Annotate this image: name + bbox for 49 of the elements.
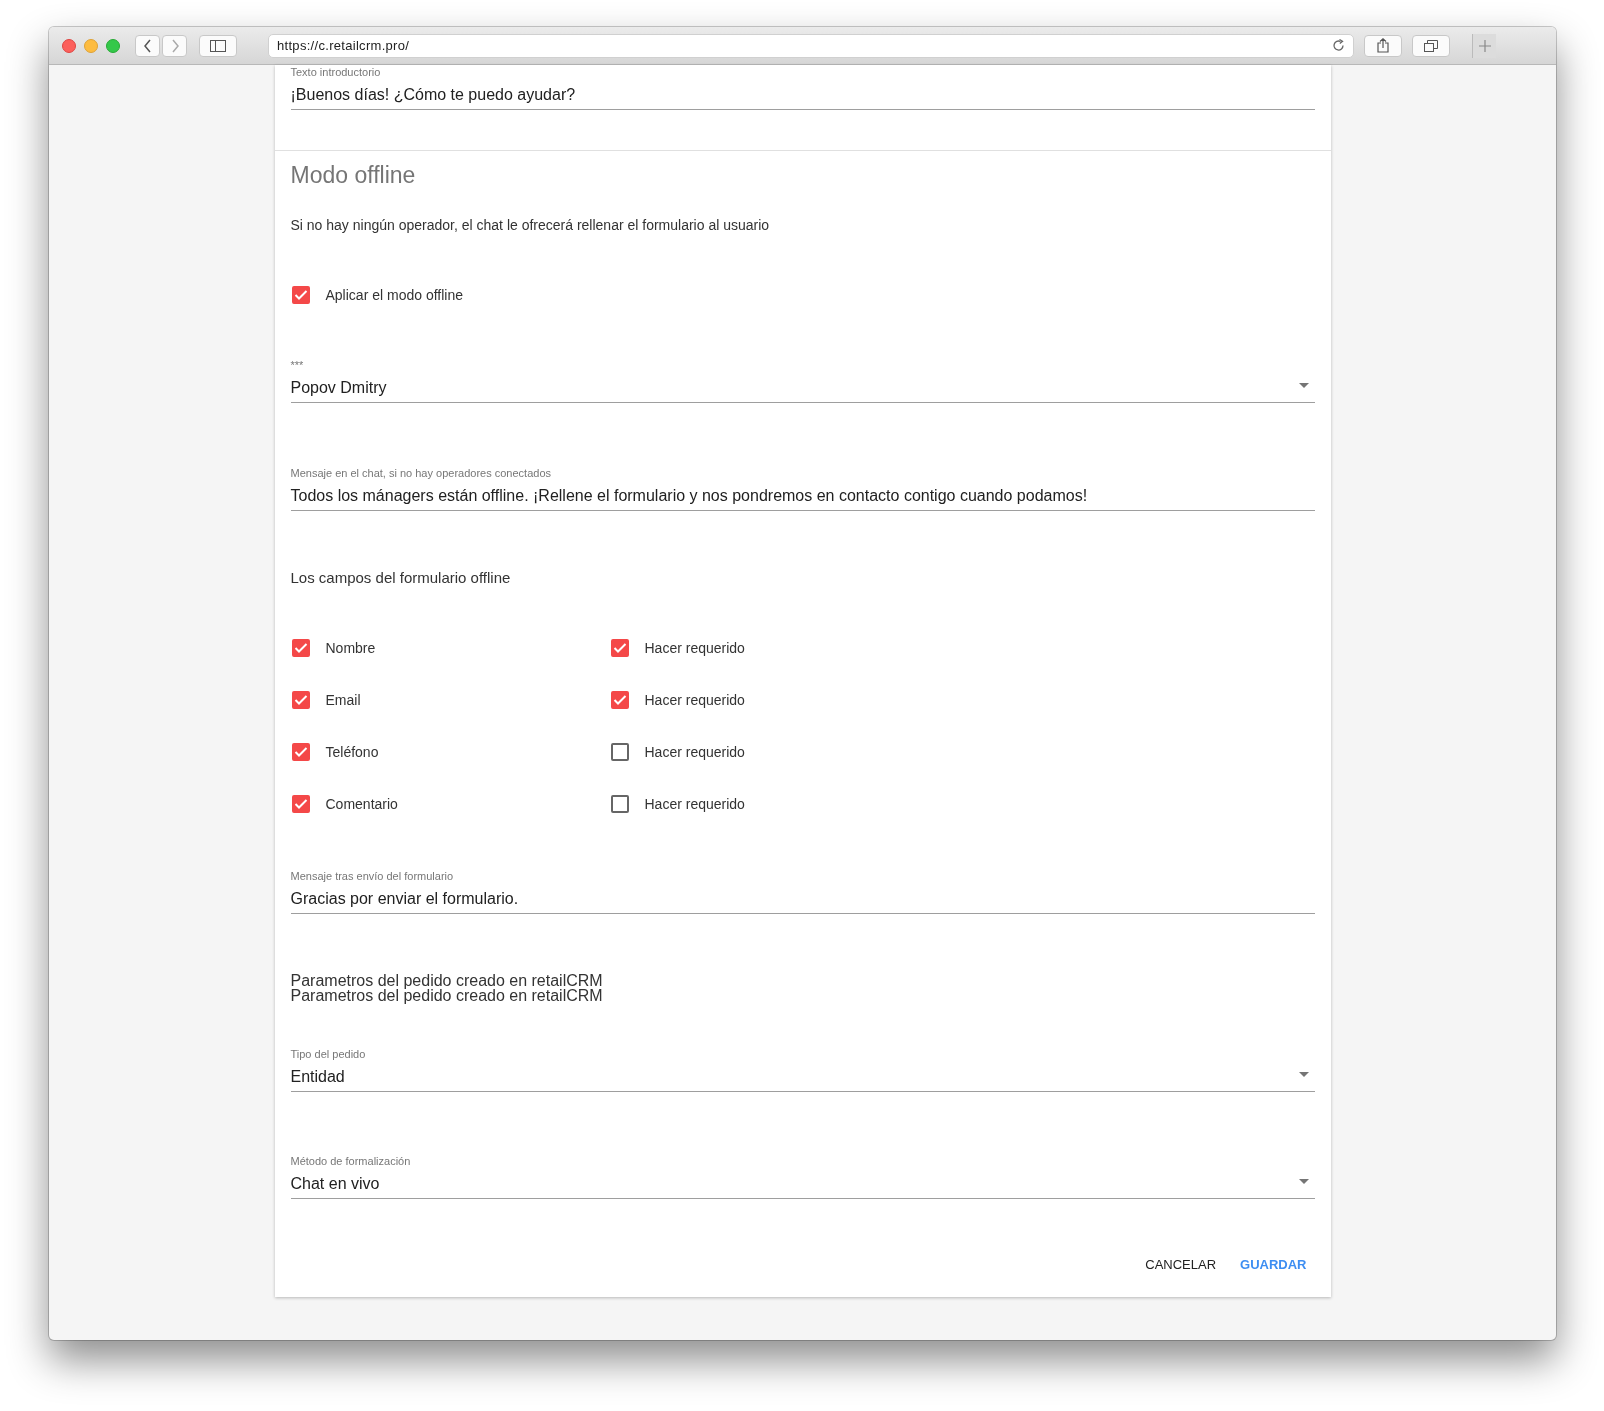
close-button[interactable] bbox=[62, 38, 76, 53]
back-button[interactable] bbox=[135, 34, 160, 57]
checkbox-label[interactable]: Nombre bbox=[325, 640, 376, 656]
checkbox[interactable] bbox=[610, 639, 629, 657]
checkbox-label[interactable]: Aplicar el modo offline bbox=[325, 287, 463, 303]
order-params-text: Parametros del pedido creado en retailCRM bbox=[290, 973, 604, 988]
caret-icon bbox=[1298, 383, 1309, 388]
plus-icon bbox=[1478, 39, 1491, 52]
sidebar-icon bbox=[210, 39, 226, 52]
share-button[interactable] bbox=[1364, 34, 1402, 57]
checkbox[interactable] bbox=[610, 743, 629, 761]
checkbox[interactable] bbox=[291, 743, 310, 761]
checkbox-label[interactable]: Hacer requerido bbox=[644, 692, 745, 708]
checkbox[interactable] bbox=[291, 691, 310, 709]
checkbox-label[interactable]: Hacer requerido bbox=[644, 796, 745, 812]
tabs-icon bbox=[1424, 39, 1438, 52]
order-type-select[interactable]: Tipo del pedido Entidad bbox=[290, 1047, 1315, 1092]
tabs-button[interactable] bbox=[1412, 34, 1450, 57]
order-params-text: Parametros del pedido creado en retailCRM bbox=[290, 988, 604, 1003]
chevron-right-icon bbox=[169, 38, 180, 53]
cancel-button[interactable]: CANCELAR bbox=[1137, 1246, 1225, 1282]
checkbox[interactable] bbox=[610, 795, 629, 813]
checkbox-label[interactable]: Teléfono bbox=[325, 744, 379, 760]
form-fields-heading: Los campos del formulario offline bbox=[290, 568, 512, 588]
reload-icon[interactable] bbox=[1332, 39, 1345, 52]
offline-message-field[interactable]: Mensaje en el chat, si no hay operadores conectados Todos los mánagers están offline. ¡Rellene el formulario y nos pondremos en contacto contigo cuando podamos! bbox=[290, 466, 1315, 511]
sidebar-button[interactable] bbox=[199, 34, 237, 57]
url-text: https://c.retailcrm.pro/ bbox=[277, 38, 410, 53]
zoom-button[interactable] bbox=[106, 38, 120, 53]
share-icon bbox=[1377, 38, 1389, 53]
chevron-left-icon bbox=[142, 38, 153, 53]
checkbox[interactable] bbox=[610, 691, 629, 709]
intro-text-field[interactable]: Texto introductorio ¡Buenos días! ¿Cómo te puedo ayudar? bbox=[290, 65, 1315, 110]
new-tab-button[interactable] bbox=[1472, 33, 1496, 58]
caret-icon bbox=[1298, 1072, 1309, 1077]
checkbox-label[interactable]: Comentario bbox=[325, 796, 398, 812]
checkbox[interactable] bbox=[291, 286, 310, 304]
after-submit-message-field[interactable]: Mensaje tras envío del formulario Gracias por enviar el formulario. bbox=[290, 869, 1315, 914]
checkbox-label[interactable]: Email bbox=[325, 692, 361, 708]
section-title: Modo offline bbox=[290, 161, 417, 189]
method-select[interactable]: Método de formalización Chat en vivo bbox=[290, 1154, 1315, 1199]
section-description: Si no hay ningún operador, el chat le ofrecerá rellenar el formulario al usuario bbox=[290, 216, 771, 235]
checkbox[interactable] bbox=[291, 795, 310, 813]
operator-select[interactable]: *** Popov Dmitry bbox=[290, 358, 1315, 403]
address-bar[interactable]: https://c.retailcrm.pro/ bbox=[268, 33, 1354, 58]
checkbox-label[interactable]: Hacer requerido bbox=[644, 744, 745, 760]
checkbox-label[interactable]: Hacer requerido bbox=[644, 640, 745, 656]
caret-icon bbox=[1298, 1179, 1309, 1184]
checkbox[interactable] bbox=[291, 639, 310, 657]
